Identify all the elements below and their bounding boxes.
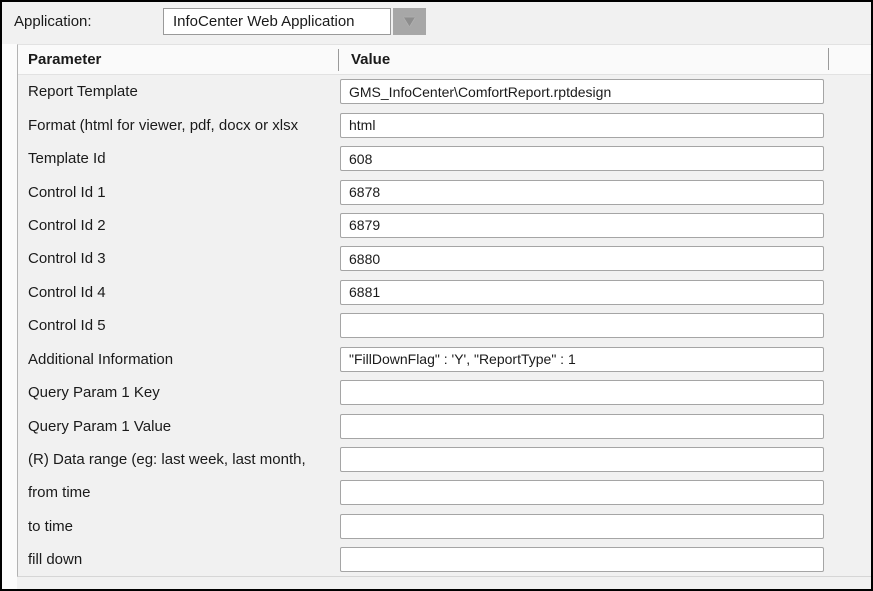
value-input[interactable] bbox=[340, 113, 824, 138]
table-row: Control Id 3 bbox=[18, 242, 871, 275]
value-input[interactable] bbox=[340, 547, 824, 572]
column-divider bbox=[828, 48, 829, 70]
application-dropdown-value[interactable]: InfoCenter Web Application bbox=[163, 8, 391, 35]
value-input[interactable] bbox=[340, 313, 824, 338]
param-label: from time bbox=[18, 484, 340, 501]
table-rows: Report Template Format (html for viewer,… bbox=[18, 75, 871, 576]
param-label: to time bbox=[18, 518, 340, 535]
param-label: Control Id 4 bbox=[18, 284, 340, 301]
value-input[interactable] bbox=[340, 280, 824, 305]
table-row: Report Template bbox=[18, 75, 871, 108]
value-input[interactable] bbox=[340, 146, 824, 171]
param-label: Additional Information bbox=[18, 351, 340, 368]
application-dropdown[interactable]: InfoCenter Web Application ▼ bbox=[163, 8, 426, 35]
value-input[interactable] bbox=[340, 480, 824, 505]
value-input[interactable] bbox=[340, 246, 824, 271]
column-header-value: Value bbox=[339, 51, 871, 68]
table-row: Query Param 1 Key bbox=[18, 376, 871, 409]
table-row: from time bbox=[18, 476, 871, 509]
param-label: Query Param 1 Value bbox=[18, 418, 340, 435]
application-topbar: Application: InfoCenter Web Application … bbox=[2, 2, 871, 44]
value-input[interactable] bbox=[340, 514, 824, 539]
table-row: Template Id bbox=[18, 142, 871, 175]
param-label: Control Id 2 bbox=[18, 217, 340, 234]
param-label: Format (html for viewer, pdf, docx or xl… bbox=[18, 117, 340, 134]
table-row: Query Param 1 Value bbox=[18, 409, 871, 442]
param-label: Template Id bbox=[18, 150, 340, 167]
param-label: Control Id 1 bbox=[18, 184, 340, 201]
param-label: (R) Data range (eg: last week, last mont… bbox=[18, 451, 340, 468]
left-margin bbox=[2, 44, 17, 589]
table-row: Control Id 4 bbox=[18, 276, 871, 309]
table-row: to time bbox=[18, 510, 871, 543]
value-input[interactable] bbox=[340, 79, 824, 104]
table-row: Control Id 1 bbox=[18, 175, 871, 208]
table-row: Control Id 5 bbox=[18, 309, 871, 342]
table-row: Format (html for viewer, pdf, docx or xl… bbox=[18, 108, 871, 141]
param-label: Query Param 1 Key bbox=[18, 384, 340, 401]
param-label: Control Id 5 bbox=[18, 317, 340, 334]
application-label: Application: bbox=[14, 13, 92, 30]
value-input[interactable] bbox=[340, 180, 824, 205]
table-row: (R) Data range (eg: last week, last mont… bbox=[18, 443, 871, 476]
value-input[interactable] bbox=[340, 347, 824, 372]
value-input[interactable] bbox=[340, 380, 824, 405]
column-header-parameter: Parameter bbox=[18, 51, 338, 68]
parameter-table: Parameter Value Report Template Format (… bbox=[17, 44, 871, 577]
param-label: fill down bbox=[18, 551, 340, 568]
chevron-down-icon: ▼ bbox=[400, 14, 419, 29]
table-row: Control Id 2 bbox=[18, 209, 871, 242]
value-input[interactable] bbox=[340, 213, 824, 238]
table-row: Additional Information bbox=[18, 343, 871, 376]
value-input[interactable] bbox=[340, 414, 824, 439]
table-header-row: Parameter Value bbox=[18, 45, 871, 75]
application-dropdown-button[interactable]: ▼ bbox=[393, 8, 426, 35]
table-row: fill down bbox=[18, 543, 871, 576]
param-label: Control Id 3 bbox=[18, 250, 340, 267]
param-label: Report Template bbox=[18, 83, 340, 100]
value-input[interactable] bbox=[340, 447, 824, 472]
